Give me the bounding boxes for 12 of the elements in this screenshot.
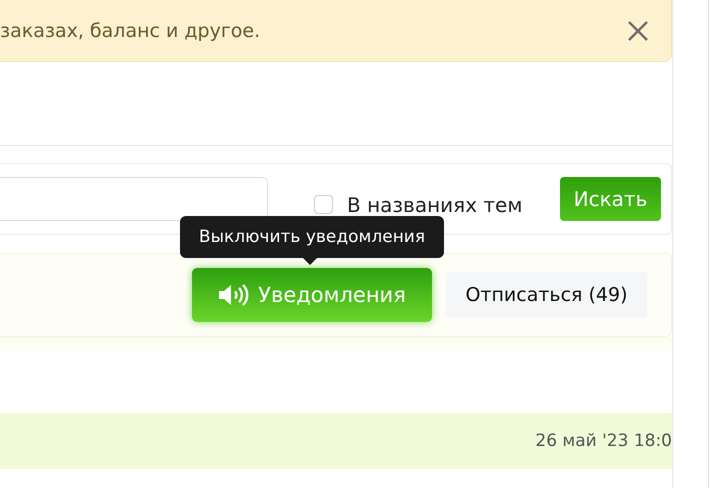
- unsubscribe-button[interactable]: Отписаться (49): [446, 272, 647, 318]
- notifications-button[interactable]: Уведомления: [192, 268, 432, 322]
- tooltip: Выключить уведомления: [180, 216, 444, 265]
- notice-text: заказах, баланс и другое.: [0, 20, 260, 42]
- tooltip-arrow-icon: [303, 258, 317, 265]
- search-field[interactable]: [0, 177, 268, 221]
- speaker-icon: [218, 284, 250, 306]
- checkbox-label: В названиях тем: [347, 193, 522, 217]
- search-button[interactable]: Искать: [560, 177, 661, 221]
- post-date: 26 май '23 18:0: [535, 431, 672, 451]
- close-icon[interactable]: [627, 20, 649, 42]
- checkbox[interactable]: [314, 194, 333, 214]
